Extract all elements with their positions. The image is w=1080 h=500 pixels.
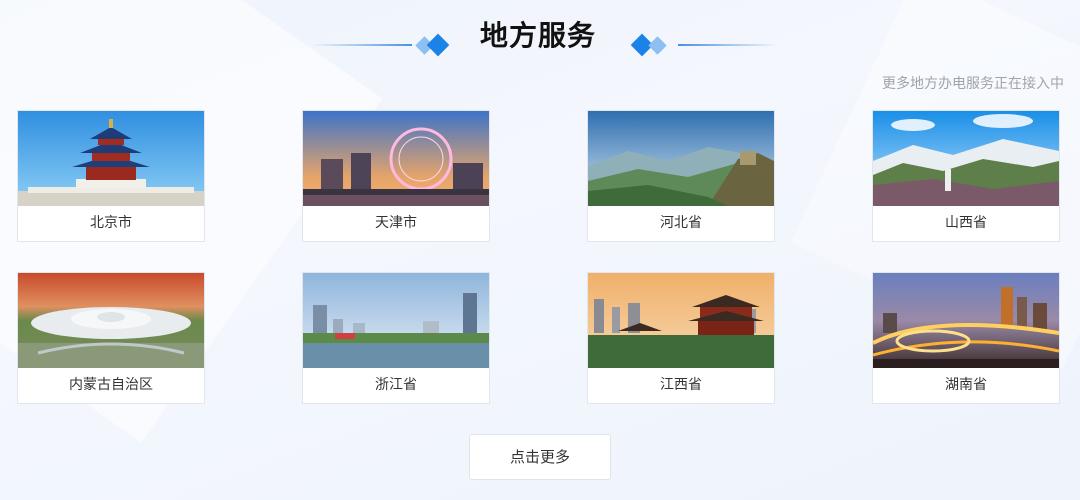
region-card-hebei[interactable]: 河北省 xyxy=(587,110,775,242)
region-card-tianjin[interactable]: 天津市 xyxy=(302,110,490,242)
region-name: 湖南省 xyxy=(945,377,987,393)
riverside-city-skyline-image xyxy=(303,273,489,368)
region-card-hunan[interactable]: 湖南省 xyxy=(872,272,1060,404)
region-card-shanxi[interactable]: 山西省 xyxy=(872,110,1060,242)
title-decor-line-right xyxy=(678,44,778,46)
more-services-note: 更多地方办电服务正在接入中 xyxy=(882,76,1064,92)
region-name: 内蒙古自治区 xyxy=(69,377,153,393)
region-card-jiangxi[interactable]: 江西省 xyxy=(587,272,775,404)
region-card-zhejiang[interactable]: 浙江省 xyxy=(302,272,490,404)
region-name: 北京市 xyxy=(90,215,132,231)
temple-of-heaven-image xyxy=(18,111,204,206)
region-name: 山西省 xyxy=(945,215,987,231)
region-name: 天津市 xyxy=(375,215,417,231)
region-card-inner-mongolia[interactable]: 内蒙古自治区 xyxy=(17,272,205,404)
page-title: 地方服务 xyxy=(480,19,597,52)
section-header: 地方服务 xyxy=(0,12,1080,57)
title-decor-line-left xyxy=(312,44,412,46)
region-name: 河北省 xyxy=(660,215,702,231)
airport-terminal-image xyxy=(18,273,204,368)
region-name: 浙江省 xyxy=(375,377,417,393)
tianjin-eye-ferris-wheel-image xyxy=(303,111,489,206)
great-wall-image xyxy=(588,111,774,206)
diamond-icon xyxy=(426,33,450,57)
diamond-icon xyxy=(648,36,667,55)
more-button[interactable]: 点击更多 xyxy=(469,434,611,480)
region-card-beijing[interactable]: 北京市 xyxy=(17,110,205,242)
mountain-landscape-image xyxy=(873,111,1059,206)
tengwang-pavilion-image xyxy=(588,273,774,368)
region-name: 江西省 xyxy=(660,377,702,393)
night-city-interchange-image xyxy=(873,273,1059,368)
